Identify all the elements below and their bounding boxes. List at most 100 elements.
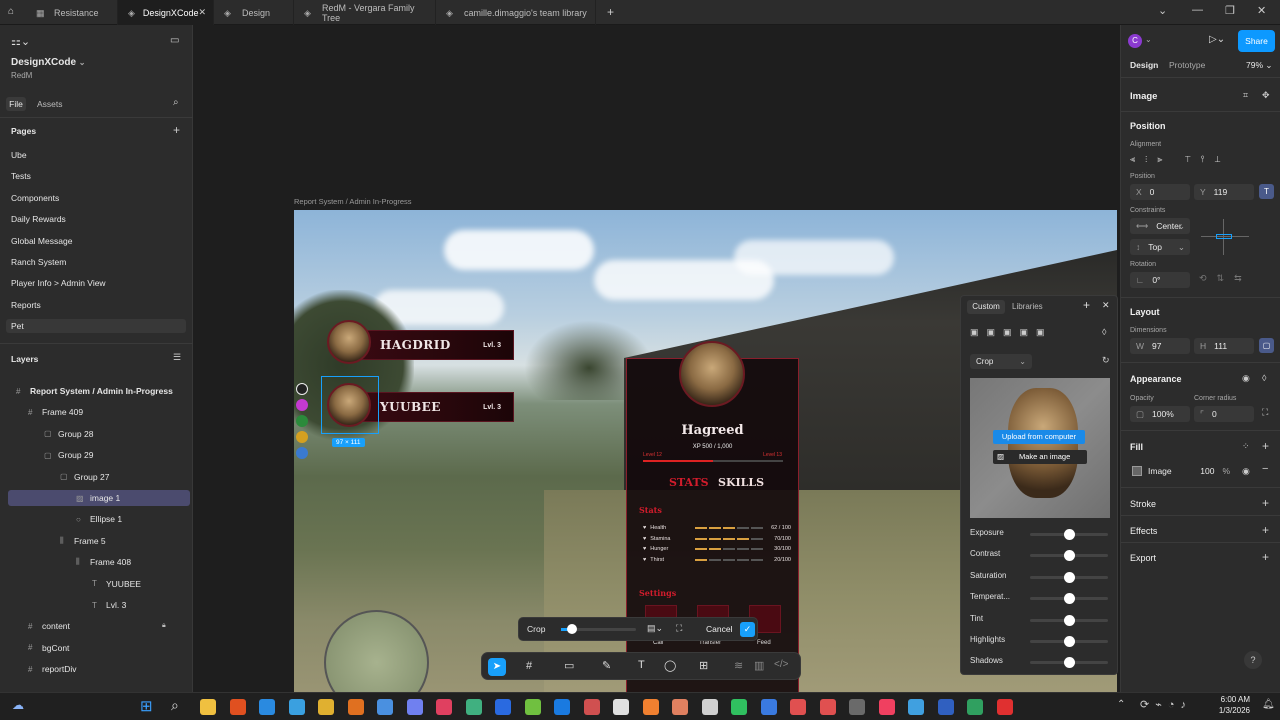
lock-icon[interactable]: 🔒︎	[162, 622, 166, 630]
adjustment-slider[interactable]: Temperat...	[970, 592, 1110, 605]
tab-design[interactable]: Design	[1130, 60, 1158, 70]
tab-redm-vergara[interactable]: ◈ RedM - Vergara Family Tree	[294, 0, 436, 25]
clock-time[interactable]: 6:00 AM	[1195, 695, 1250, 704]
notification-icon[interactable]: 🔔︎	[1262, 699, 1275, 710]
remove-fill-icon[interactable]: −	[1262, 463, 1268, 475]
taskbar-app-icon[interactable]	[524, 699, 541, 715]
independent-corners-icon[interactable]: ⛶	[1262, 407, 1268, 418]
draw-mode-icon[interactable]: ≋	[734, 659, 743, 672]
maximize-icon[interactable]: ❐	[1225, 4, 1235, 17]
taskbar-app-icon[interactable]	[701, 699, 718, 715]
layer-row[interactable]: # Report System / Admin In-Progress	[16, 383, 173, 399]
text-tool-icon[interactable]: T	[638, 659, 645, 671]
adjustment-slider[interactable]: Exposure	[970, 528, 1110, 540]
slider-track[interactable]	[1030, 550, 1108, 562]
aspect-icon[interactable]: ▤⌄	[647, 623, 663, 634]
opacity-field[interactable]: ▢ 100%	[1130, 406, 1190, 422]
new-tab-icon[interactable]: +	[607, 5, 614, 19]
taskbar-app-icon[interactable]	[288, 699, 305, 715]
add-page-icon[interactable]: +	[173, 123, 180, 137]
add-export-icon[interactable]: +	[1262, 550, 1269, 564]
taskbar-app-icon[interactable]	[465, 699, 482, 715]
page-item[interactable]: Reports	[11, 300, 41, 310]
add-effect-icon[interactable]: +	[1262, 523, 1269, 537]
present-play-icon[interactable]: ▷⌄	[1209, 34, 1225, 45]
help-icon[interactable]: ?	[1244, 651, 1262, 669]
layer-row[interactable]: # Frame 409	[28, 404, 83, 420]
taskbar-app-icon[interactable]	[996, 699, 1013, 715]
search-icon[interactable]: ⌕	[171, 697, 179, 714]
selection-box[interactable]	[321, 376, 379, 434]
taskbar-app-icon[interactable]	[318, 699, 334, 715]
crop-zoom-slider[interactable]	[561, 624, 636, 634]
taskbar-app-icon[interactable]	[613, 699, 629, 715]
page-item[interactable]: Tests	[11, 171, 31, 181]
layer-row[interactable]: ▢ Group 29	[44, 447, 93, 463]
figma-menu-icon[interactable]: ⚏⌄	[11, 35, 30, 48]
rotate-icon[interactable]: ↻	[1102, 355, 1110, 366]
close-icon[interactable]: ✕	[1102, 300, 1110, 311]
layer-row[interactable]: ⫼ Frame 5	[60, 533, 106, 549]
page-item[interactable]: Player Info > Admin View	[11, 278, 106, 288]
tab-assets[interactable]: Assets	[37, 99, 63, 109]
page-item[interactable]: Ube	[11, 150, 27, 160]
opacity-drop-icon[interactable]: ◊	[1102, 327, 1106, 337]
taskbar-app-icon[interactable]	[259, 699, 275, 715]
slider-track[interactable]	[1030, 571, 1108, 583]
slider-knob[interactable]	[1063, 529, 1075, 540]
taskbar-app-icon[interactable]	[878, 699, 895, 715]
taskbar-app-icon[interactable]	[967, 699, 983, 715]
adjustment-slider[interactable]: Highlights	[970, 635, 1110, 647]
close-icon[interactable]: ✕	[198, 7, 206, 18]
add-fill-icon[interactable]: +	[1262, 439, 1269, 453]
tab-custom[interactable]: Custom	[967, 300, 1005, 314]
slider-knob[interactable]	[1063, 636, 1075, 647]
chevron-down-icon[interactable]: ⌄	[1158, 4, 1167, 17]
components-tool-icon[interactable]: ⊞	[699, 659, 708, 672]
page-item[interactable]: Daily Rewards	[11, 214, 66, 224]
crop-mode-select[interactable]: Crop ⌄	[970, 354, 1032, 369]
tab-resistance[interactable]: ▦ Resistance	[26, 0, 118, 25]
layer-row[interactable]: # content 🔒︎	[28, 618, 166, 634]
slider-knob[interactable]	[1063, 550, 1075, 562]
taskbar-app-icon[interactable]	[760, 699, 777, 715]
taskbar-app-icon[interactable]	[642, 699, 659, 715]
pet-banner-hagdrid[interactable]: HAGDRID Lvl. 3	[349, 330, 514, 360]
layer-row[interactable]: ▨ image 1	[8, 490, 190, 506]
tab-team-library[interactable]: ◈ camille.dimaggio's team library	[436, 0, 596, 25]
taskbar-app-icon[interactable]	[672, 699, 688, 715]
height-field[interactable]: H 111	[1194, 338, 1254, 354]
taskbar-app-icon[interactable]	[554, 699, 570, 715]
tab-file[interactable]: File	[6, 97, 26, 111]
frame-label[interactable]: Report System / Admin In-Progress	[294, 197, 412, 206]
tab-libraries[interactable]: Libraries	[1012, 302, 1043, 311]
y-field[interactable]: Y 119	[1194, 184, 1254, 200]
adjustment-slider[interactable]: Shadows	[970, 656, 1110, 669]
slider-track[interactable]	[1030, 529, 1108, 540]
constrain-proportions-icon[interactable]: ▢	[1259, 338, 1274, 353]
taskbar-app-icon[interactable]	[347, 699, 364, 715]
adjustment-slider[interactable]: Saturation	[970, 571, 1110, 583]
taskbar-app-icon[interactable]	[819, 699, 836, 715]
move-tool-icon[interactable]: ➤	[488, 658, 506, 676]
layer-row[interactable]: ⫼ Frame 408	[76, 554, 131, 570]
taskbar-app-icon[interactable]	[436, 699, 452, 715]
eye-icon[interactable]: ◉	[1242, 466, 1250, 477]
taskbar-app-icon[interactable]	[583, 699, 600, 715]
file-name[interactable]: DesignXCode ⌄	[11, 57, 86, 68]
constraint-widget[interactable]	[1201, 219, 1249, 255]
styles-icon[interactable]: ⁘	[1242, 441, 1250, 452]
code-icon[interactable]: </>	[774, 659, 788, 670]
comment-tool-icon[interactable]: ◯	[664, 659, 676, 672]
upload-from-computer-button[interactable]: Upload from computer	[993, 430, 1085, 444]
fill-row[interactable]: Image 100 %	[1130, 463, 1230, 479]
flip-icons[interactable]: ⟲⇅⇆	[1199, 273, 1252, 284]
image-fill-swatch[interactable]	[1132, 466, 1142, 476]
page-item[interactable]: Pet	[6, 319, 186, 334]
page-item[interactable]: Components	[11, 193, 59, 203]
slider-track[interactable]	[1030, 614, 1108, 626]
layer-row[interactable]: ▢ Group 28	[44, 426, 93, 442]
eye-icon[interactable]: ◉	[1242, 373, 1250, 384]
collapse-layers-icon[interactable]: ☰	[173, 352, 181, 363]
confirm-check-icon[interactable]: ✓	[740, 622, 755, 637]
